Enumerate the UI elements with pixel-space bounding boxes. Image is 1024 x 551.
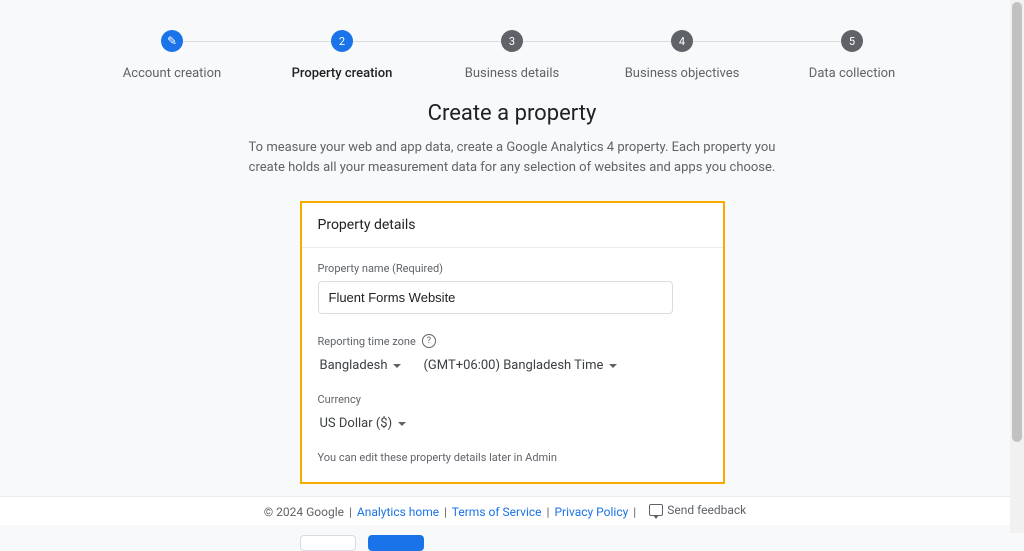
main-content: Create a property To measure your web an… [152,101,872,551]
step-connector [183,41,331,42]
step-business-details[interactable]: 3 Business details [427,30,597,81]
step-number-icon: 2 [331,30,353,52]
pencil-icon: ✎ [161,30,183,52]
step-label: Property creation [292,66,393,81]
analytics-home-link[interactable]: Analytics home [357,505,439,519]
button-row [300,535,725,551]
timezone-value: (GMT+06:00) Bangladesh Time [423,358,603,373]
currency-dropdown[interactable]: US Dollar ($) [318,412,409,435]
step-number-icon: 4 [671,30,693,52]
card-title: Property details [302,203,723,248]
edit-later-note: You can edit these property details late… [318,451,707,464]
back-button[interactable] [300,535,356,551]
step-label: Data collection [809,66,895,81]
feedback-label: Send feedback [667,503,746,517]
timezone-label: Reporting time zone ? [318,334,707,348]
property-name-input[interactable] [318,281,673,314]
country-dropdown[interactable]: Bangladesh [318,354,404,377]
privacy-link[interactable]: Privacy Policy [554,505,628,519]
step-number-icon: 5 [841,30,863,52]
timezone-row: Bangladesh (GMT+06:00) Bangladesh Time [318,354,707,377]
step-connector [523,41,671,42]
chevron-down-icon [393,364,401,368]
step-account-creation[interactable]: ✎ Account creation [87,30,257,81]
chevron-down-icon [398,422,406,426]
scrollbar-thumb[interactable] [1012,2,1022,442]
property-name-label: Property name (Required) [318,262,707,275]
card-body: Property name (Required) Reporting time … [302,248,723,482]
scrollbar-track [1010,0,1024,533]
feedback-icon [649,504,663,516]
currency-label: Currency [318,393,707,406]
property-details-card: Property details Property name (Required… [300,201,725,484]
step-connector [693,41,841,42]
step-number-icon: 3 [501,30,523,52]
step-label: Business objectives [625,66,740,81]
send-feedback-button[interactable]: Send feedback [649,503,746,517]
step-data-collection[interactable]: 5 Data collection [767,30,937,81]
copyright: © 2024 Google [264,505,344,519]
page-description: To measure your web and app data, create… [232,138,792,177]
step-label: Account creation [123,66,221,81]
footer: © 2024 Google | Analytics home | Terms o… [0,496,1010,525]
currency-row: US Dollar ($) [318,412,707,435]
timezone-dropdown[interactable]: (GMT+06:00) Bangladesh Time [421,354,619,377]
page-title: Create a property [172,101,852,126]
terms-link[interactable]: Terms of Service [452,505,542,519]
step-business-objectives[interactable]: 4 Business objectives [597,30,767,81]
stepper: ✎ Account creation 2 Property creation 3… [0,0,1024,101]
chevron-down-icon [609,364,617,368]
currency-value: US Dollar ($) [320,416,393,431]
step-connector [353,41,501,42]
country-value: Bangladesh [320,358,388,373]
timezone-label-text: Reporting time zone [318,335,416,348]
help-icon[interactable]: ? [422,334,436,348]
step-label: Business details [465,66,559,81]
step-property-creation[interactable]: 2 Property creation [257,30,427,81]
next-button[interactable] [368,535,424,551]
